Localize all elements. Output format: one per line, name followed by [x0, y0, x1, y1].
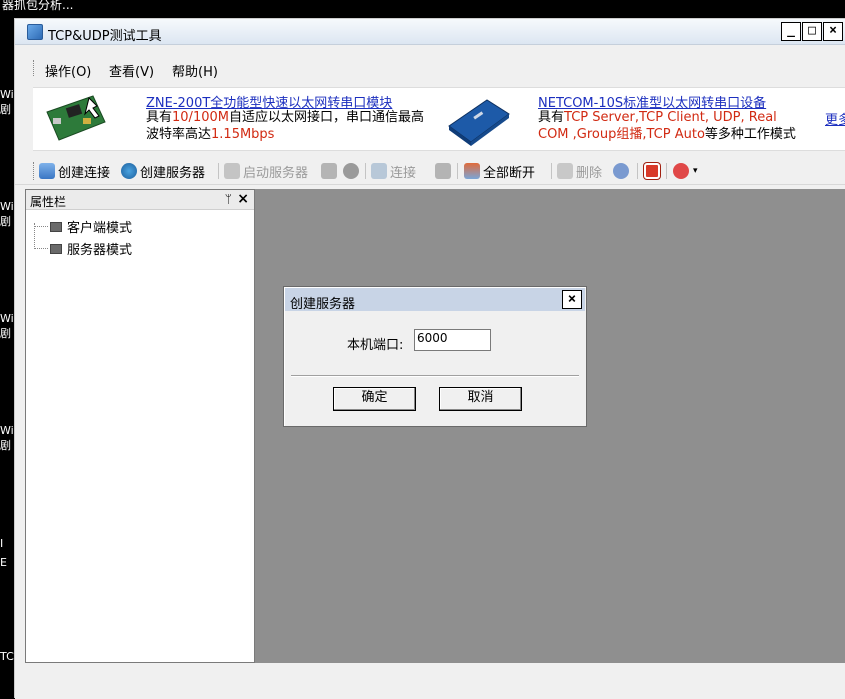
monitor-icon [50, 221, 62, 232]
desktop-fragment: Wi [0, 312, 14, 325]
create-server-dialog: 创建服务器 × 本机端口: 确定 取消 [283, 286, 587, 427]
ad-more-link[interactable]: 更多 [825, 109, 845, 128]
connect-icon [371, 163, 387, 179]
desktop-fragment: Wi [0, 200, 14, 213]
ad1-line1: 具有10/100M自适应以太网接口，串口通信最高 [146, 110, 424, 125]
app-icon [27, 24, 43, 40]
desktop-fragment: 剧 [0, 215, 11, 228]
create-server-button[interactable]: 创建服务器 [121, 161, 205, 181]
ad-banner: ZNE-200T全功能型快速以太网转串口模块 具有10/100M自适应以太网接口… [33, 87, 845, 151]
monitor-icon [50, 243, 62, 254]
menu-help[interactable]: 帮助(H) [172, 61, 218, 80]
stop-icon [644, 163, 660, 179]
connect-button[interactable]: 连接 [371, 161, 416, 181]
desktop-fragment: 剧 [0, 439, 11, 452]
disconnect-button[interactable] [435, 161, 454, 181]
desktop-fragment: TC [0, 650, 14, 663]
dialog-title: 创建服务器 [290, 297, 356, 312]
tree-item-client-mode[interactable]: 客户端模式 [34, 217, 132, 236]
close-button[interactable]: × [823, 22, 843, 41]
disconnect-all-icon [464, 163, 480, 179]
gear-icon [613, 163, 629, 179]
netcom-device-image [448, 99, 510, 146]
desktop-fragment: 剧 [0, 327, 11, 340]
menu-view[interactable]: 查看(V) [109, 61, 154, 80]
toolbar-overflow-icon[interactable]: ▾ [693, 161, 698, 181]
desktop-top-text: 器抓包分析... [0, 0, 845, 18]
minimize-button[interactable]: _ [781, 22, 801, 41]
menu-operation[interactable]: 操作(O) [45, 61, 91, 80]
cancel-circle-icon [343, 163, 359, 179]
desktop-fragment: Wi [0, 424, 14, 437]
server-start-icon [224, 163, 240, 179]
board-product-image [46, 95, 106, 141]
dialog-title-bar[interactable]: 创建服务器 × [285, 288, 585, 312]
menu-grip [33, 60, 35, 76]
desktop-fragment: 剧 [0, 103, 11, 116]
cancel-icon-button[interactable] [343, 161, 362, 181]
stop-server-button[interactable] [321, 161, 340, 181]
tree-item-server-mode[interactable]: 服务器模式 [34, 239, 132, 258]
dialog-close-button[interactable]: × [562, 290, 582, 309]
stop-button[interactable] [644, 161, 663, 181]
pin-icon[interactable]: ᛘ [225, 192, 232, 206]
delete-button[interactable]: 删除 [557, 161, 602, 181]
port-label: 本机端口: [347, 338, 404, 353]
window-title: TCP&UDP测试工具 [48, 29, 162, 44]
delete-icon [557, 163, 573, 179]
panel-close-icon[interactable]: × [237, 191, 249, 207]
toolbar-grip [33, 162, 34, 180]
property-panel: 属性栏 ᛘ × 客户端模式 服务器模式 [25, 189, 255, 663]
ad2-line1: 具有TCP Server,TCP Client, UDP, Real [538, 110, 777, 125]
disconnect-icon [435, 163, 451, 179]
ad2-line2: COM ,Group组播,TCP Auto等多种工作模式 [538, 127, 796, 142]
start-server-button[interactable]: 启动服务器 [224, 161, 308, 181]
disconnect-all-button[interactable]: 全部断开 [464, 161, 535, 181]
port-input[interactable] [414, 329, 491, 351]
help-button[interactable] [673, 161, 692, 181]
title-bar[interactable]: TCP&UDP测试工具 _ □ × [15, 19, 845, 45]
maximize-button[interactable]: □ [802, 22, 822, 41]
toolbar: 创建连接 创建服务器 启动服务器 连接 全部断开 删除 ▾ [15, 157, 845, 185]
new-doc-icon [39, 163, 55, 179]
desktop-fragment: E [0, 556, 7, 569]
create-connection-button[interactable]: 创建连接 [39, 161, 110, 181]
globe-icon [121, 163, 137, 179]
desktop-fragment: I [0, 537, 4, 550]
settings-button[interactable] [613, 161, 632, 181]
property-panel-title: 属性栏 [30, 195, 67, 209]
cancel-button[interactable]: 取消 [439, 387, 522, 411]
desktop-fragment: Wi [0, 88, 14, 101]
ok-button[interactable]: 确定 [333, 387, 416, 411]
property-panel-header: 属性栏 ᛘ × [26, 190, 254, 210]
server-stop-icon [321, 163, 337, 179]
menu-bar: 操作(O) 查看(V) 帮助(H) [15, 56, 845, 80]
ad1-line2: 波特率高达1.15Mbps [146, 127, 275, 142]
dialog-separator [291, 375, 579, 377]
bottom-strip [15, 664, 845, 699]
help-icon [673, 163, 689, 179]
